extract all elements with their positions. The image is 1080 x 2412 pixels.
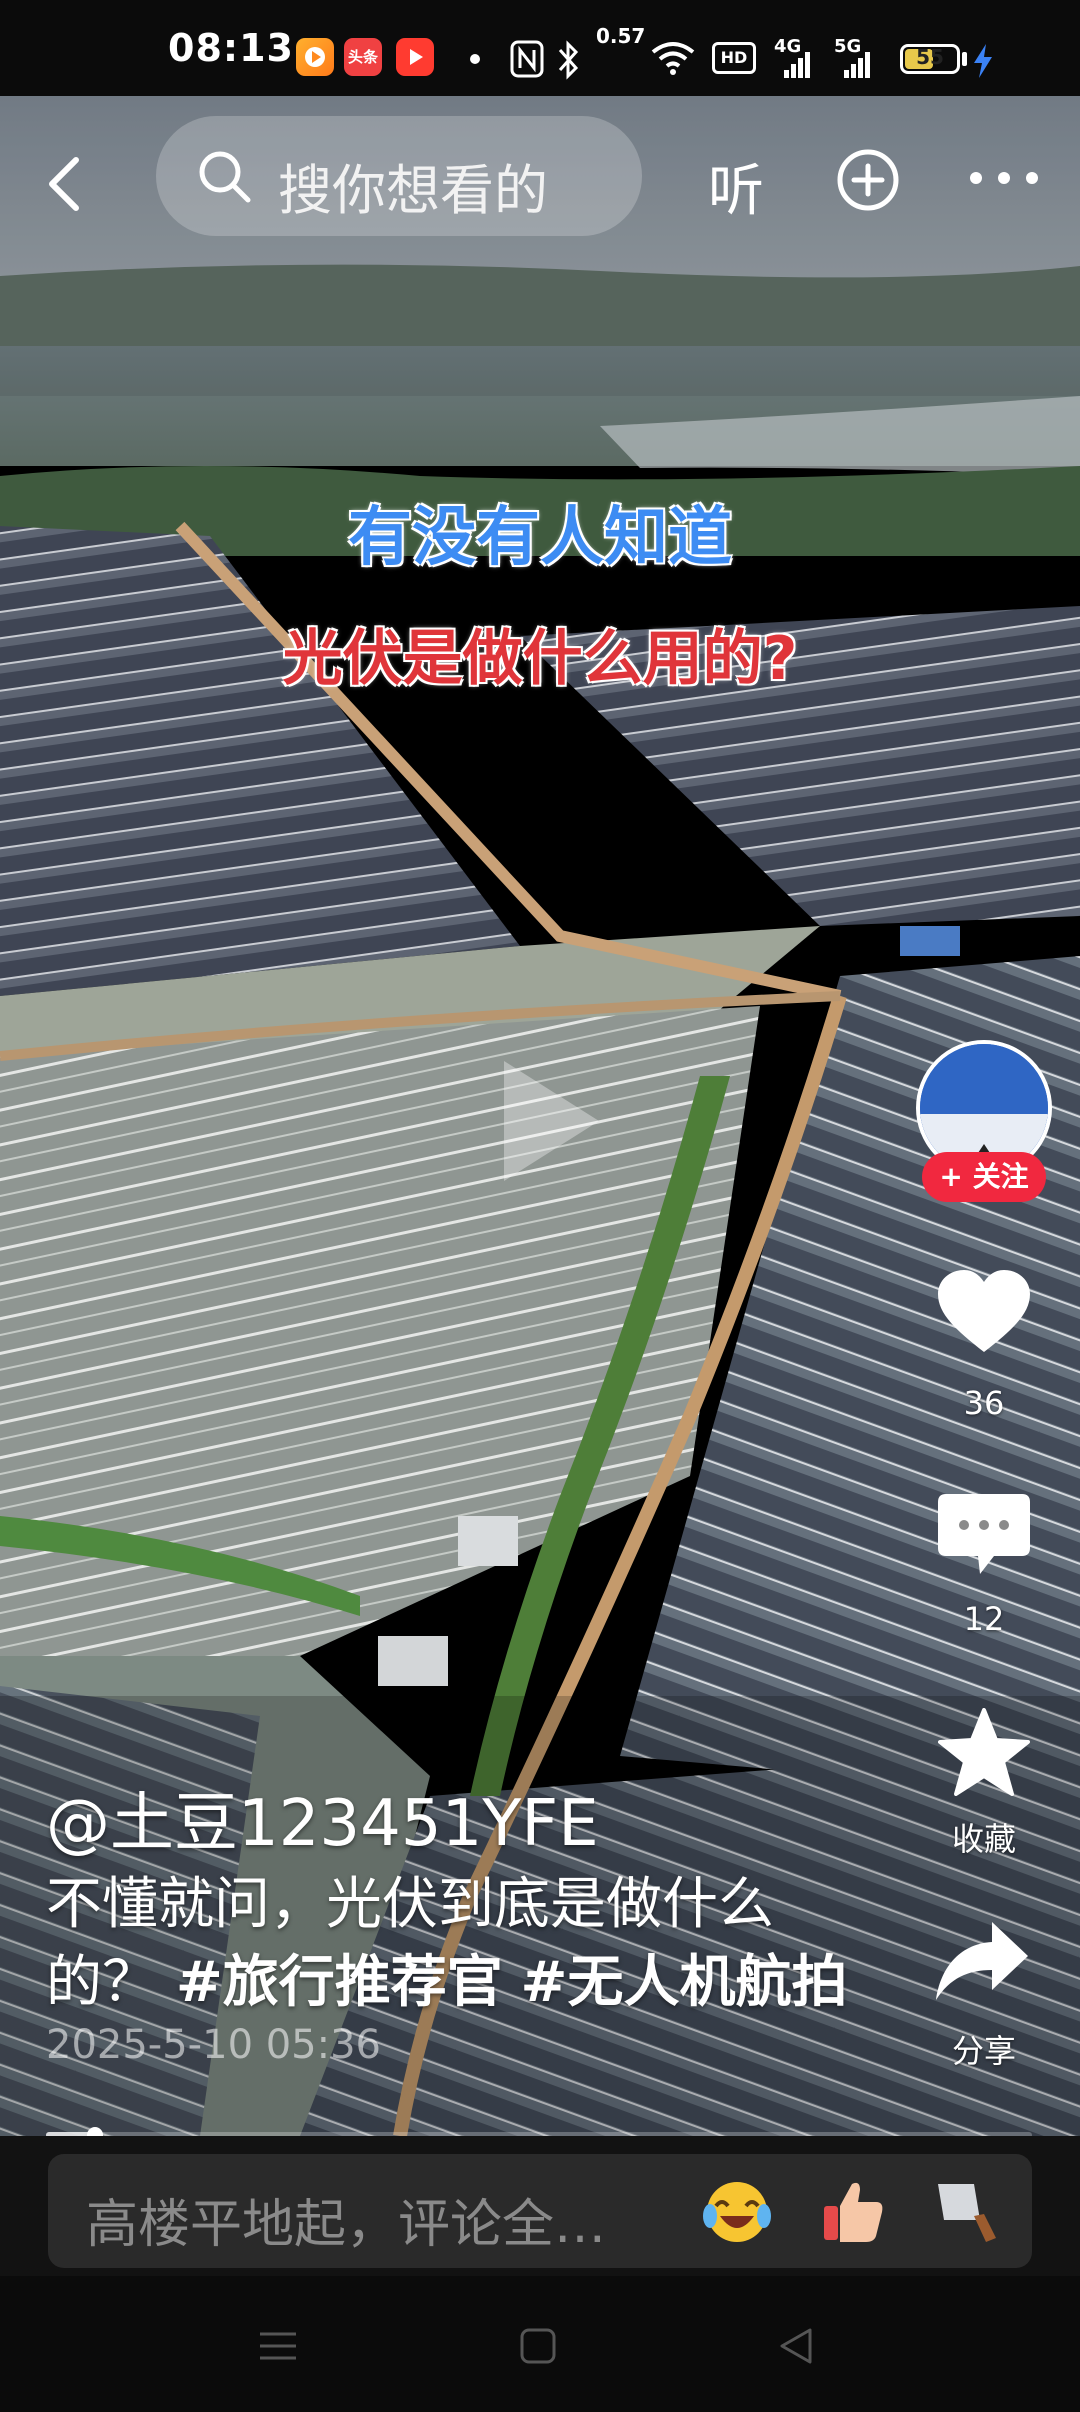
bluetooth-icon [558,40,579,80]
add-circle-icon[interactable] [836,148,900,212]
post-description: 不懂就问，光伏到底是做什么的？ #旅行推荐官 #无人机航拍 [46,1866,866,2022]
share-label: 分享 [951,2032,1016,2070]
comment-placeholder: 高楼平地起，评论全… [86,2195,607,2255]
back-triangle-icon[interactable] [776,2326,816,2366]
navigation-bar [0,2276,1080,2412]
toutiao-icon: 头条 [344,38,382,76]
battery-percent: 55 [916,45,944,69]
share-icon[interactable] [934,1920,1030,2002]
hashtag-travel[interactable]: #旅行推荐官 [176,1950,503,2015]
heart-icon[interactable] [936,1268,1032,1356]
thumbs-up-emoji[interactable] [818,2176,888,2246]
hashtag-drone[interactable]: #无人机航拍 [521,1950,848,2015]
search-box[interactable]: 搜你想看的 [156,116,642,236]
battery-nub [962,52,967,66]
search-icon [199,151,251,203]
net-speed: 0.57 [596,24,646,48]
listen-button[interactable]: 听 [708,146,764,227]
favorite-label: 收藏 [951,1820,1016,1858]
status-time: 08:13 [168,26,294,70]
video-player[interactable]: 搜你想看的 听 有没有人知道 光伏是做什么用的? + 关注 36 12 收藏 分… [0,96,1080,2136]
hd-badge: HD [712,42,756,74]
laughing-crying-emoji[interactable] [702,2176,772,2246]
cleaver-emoji[interactable] [930,2176,1000,2246]
more-icon[interactable] [966,158,1042,198]
wifi-icon [651,42,695,75]
comment-bar: 高楼平地起，评论全… [0,2136,1080,2276]
back-icon[interactable] [36,154,96,214]
comment-input[interactable]: 高楼平地起，评论全… [48,2154,1032,2268]
star-icon[interactable] [938,1708,1030,1796]
video-app-icon [296,38,334,76]
signal-icon-1 [784,52,810,78]
battery-icon: 55 [900,44,960,74]
comment-icon[interactable] [936,1492,1032,1580]
menu-icon[interactable] [258,2326,298,2366]
follow-button[interactable]: + 关注 [922,1152,1046,1202]
home-square-icon[interactable] [518,2326,558,2366]
nfc-icon [510,40,544,78]
charging-icon [974,44,992,78]
like-count: 36 [963,1384,1005,1422]
author-name[interactable]: @土豆123451YFE [46,1772,599,1864]
post-date: 2025-5-10 05:36 [46,2022,381,2068]
comment-count: 12 [963,1600,1005,1638]
dot-icon [470,54,480,64]
video-progress-handle[interactable] [87,2127,103,2136]
signal-icon-2 [844,52,870,78]
video-caption-line1: 有没有人知道 [348,501,732,575]
youtube-like-icon [396,38,434,76]
status-bar: 08:13 头条 0.57 HD 4G 5G 55 [0,0,1080,96]
video-caption-line2: 光伏是做什么用的? [282,624,798,694]
search-placeholder: 搜你想看的 [278,159,548,222]
play-icon[interactable] [494,1056,604,1186]
